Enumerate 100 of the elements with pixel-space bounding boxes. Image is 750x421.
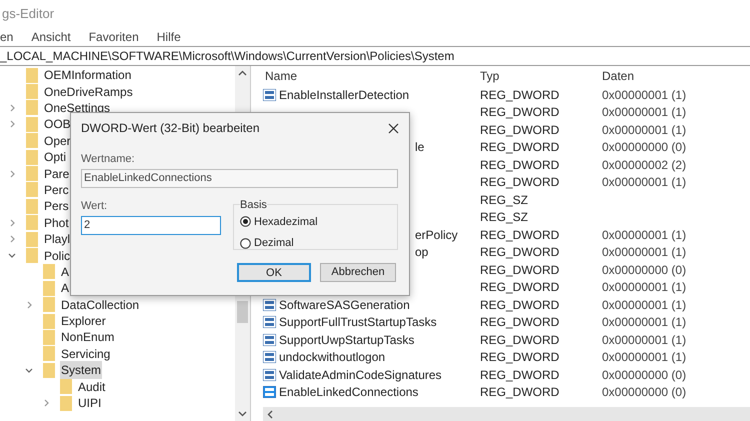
value-data: 0x00000000 (0) xyxy=(602,368,686,382)
folder-icon xyxy=(43,280,55,296)
value-name[interactable]: erPolicy xyxy=(415,226,458,244)
tree-item[interactable]: OOB xyxy=(43,115,72,134)
value-type: REG_DWORD xyxy=(480,262,560,277)
tree-item[interactable]: A xyxy=(60,262,70,281)
tree-item[interactable]: System xyxy=(60,361,102,380)
tree-item[interactable]: OEMInformation xyxy=(43,66,132,84)
value-type: REG_DWORD xyxy=(480,122,560,137)
radio-button[interactable] xyxy=(240,238,251,249)
folder-icon xyxy=(26,248,38,263)
menu-item[interactable]: Ansicht xyxy=(31,28,71,46)
value-data: 0x00000001 (1) xyxy=(602,88,686,102)
chevron-right-icon[interactable] xyxy=(10,218,14,227)
tree-item[interactable]: Explorer xyxy=(60,312,107,330)
value-name[interactable]: undockwithoutlogon xyxy=(279,348,386,366)
value-data: 0x00000001 (1) xyxy=(602,175,686,190)
dialog-title: DWORD-Wert (32-Bit) bearbeiten xyxy=(81,120,260,137)
menu-item[interactable]: en xyxy=(0,28,14,46)
tree-item[interactable]: Audit xyxy=(77,378,106,396)
field-label: Wert: xyxy=(81,198,108,214)
tree-item[interactable]: Phot xyxy=(43,214,70,232)
value-name[interactable]: EnableLinkedConnections xyxy=(279,383,418,402)
cancel-button[interactable]: Abbrechen xyxy=(320,262,396,282)
value-type: REG_DWORD xyxy=(480,350,560,364)
scrollbar-thumb[interactable] xyxy=(237,301,248,323)
tree-item[interactable]: OneDriveRamps xyxy=(43,82,134,101)
folder-icon xyxy=(43,346,55,362)
tree-item[interactable]: DataCollection xyxy=(60,296,140,314)
value-data: 0x00000001 (1) xyxy=(602,122,686,137)
value-name[interactable]: EnableInstallerDetection xyxy=(279,86,410,104)
folder-icon xyxy=(43,314,55,329)
column-header[interactable]: Daten xyxy=(602,69,634,83)
chevron-right-icon[interactable] xyxy=(10,170,14,178)
value-data: 0x00000000 (0) xyxy=(602,262,686,277)
value-data: 0x00000000 (0) xyxy=(602,385,686,400)
value-data: 0x00000002 (2) xyxy=(602,158,686,172)
chevron-right-icon[interactable] xyxy=(44,399,48,407)
menu-item[interactable]: Hilfe xyxy=(156,28,181,46)
scroll-left-icon[interactable] xyxy=(267,410,273,418)
folder-icon xyxy=(26,166,38,182)
value-data: 0x00000001 (1) xyxy=(602,350,686,364)
chevron-down-icon[interactable] xyxy=(25,368,33,373)
field-label: Wertname: xyxy=(81,152,136,167)
tree-item[interactable]: Pare xyxy=(43,164,70,183)
value-type: REG_DWORD xyxy=(480,105,560,120)
scroll-up-icon[interactable] xyxy=(238,70,247,76)
column-header[interactable]: Typ xyxy=(480,69,500,83)
ok-button[interactable]: OK xyxy=(237,262,311,282)
folder-icon xyxy=(26,84,38,100)
tree-item[interactable]: UIPI xyxy=(77,394,102,412)
value-data: 0x00000001 (1) xyxy=(602,298,686,312)
tree-item[interactable]: Opti xyxy=(43,148,68,166)
chevron-right-icon[interactable] xyxy=(10,120,14,128)
folder-icon xyxy=(26,198,38,214)
tree-item[interactable]: Perc xyxy=(43,180,70,199)
value-type: REG_DWORD xyxy=(480,298,560,312)
value-name[interactable]: op xyxy=(415,243,428,262)
horizontal-scrollbar[interactable] xyxy=(263,407,750,421)
value-data: 0x00000001 (1) xyxy=(602,280,686,294)
value-type: REG_DWORD xyxy=(480,175,560,190)
folder-icon xyxy=(43,297,55,312)
folder-icon xyxy=(26,215,38,230)
tree-item[interactable]: Pers xyxy=(43,197,70,216)
address-bar-path[interactable]: _LOCAL_MACHINE\SOFTWARE\Microsoft\Windows\CurrentVersion\Policies\System xyxy=(0,47,454,65)
chevron-down-icon[interactable] xyxy=(8,252,16,258)
value-type: REG_DWORD xyxy=(480,228,560,242)
chevron-right-icon[interactable] xyxy=(26,300,32,309)
folder-icon xyxy=(43,264,55,280)
value-type: REG_DWORD xyxy=(480,140,560,154)
folder-icon xyxy=(26,133,38,148)
value-name[interactable]: SupportFullTrustStartupTasks xyxy=(279,313,437,332)
radio-label: Dezimal xyxy=(254,236,294,251)
value-name[interactable]: SupportUwpStartupTasks xyxy=(279,330,414,349)
tree-item[interactable]: Oper xyxy=(43,132,72,150)
value-name[interactable]: le xyxy=(415,138,424,156)
tree-item[interactable]: Playl xyxy=(43,230,72,248)
value-name[interactable]: SoftwareSASGeneration xyxy=(279,296,410,314)
column-header[interactable]: Name xyxy=(265,69,298,83)
folder-icon xyxy=(26,68,38,83)
folder-icon xyxy=(43,330,55,345)
close-icon[interactable] xyxy=(388,122,399,134)
tree-item[interactable]: NonEnum xyxy=(60,328,116,346)
tree-item[interactable]: Servicing xyxy=(60,344,112,363)
radio-button[interactable] xyxy=(240,216,251,228)
chevron-right-icon[interactable] xyxy=(10,104,14,112)
folder-icon xyxy=(26,100,38,116)
tree-item[interactable]: Polic xyxy=(43,246,72,264)
menu-item[interactable]: Favoriten xyxy=(88,28,139,46)
folder-icon xyxy=(26,232,38,247)
value-type: REG_DWORD xyxy=(480,315,560,330)
value-name-field: EnableLinkedConnections xyxy=(81,168,398,188)
value-data-field[interactable]: 2 xyxy=(81,216,221,235)
folder-icon xyxy=(60,396,72,410)
tree-item[interactable]: A xyxy=(60,279,70,298)
scroll-down-icon[interactable] xyxy=(238,411,247,417)
folder-icon xyxy=(26,182,38,198)
value-data: 0x00000000 (0) xyxy=(602,140,686,154)
value-name[interactable]: ValidateAdminCodeSignatures xyxy=(279,366,442,384)
chevron-right-icon[interactable] xyxy=(10,235,14,244)
